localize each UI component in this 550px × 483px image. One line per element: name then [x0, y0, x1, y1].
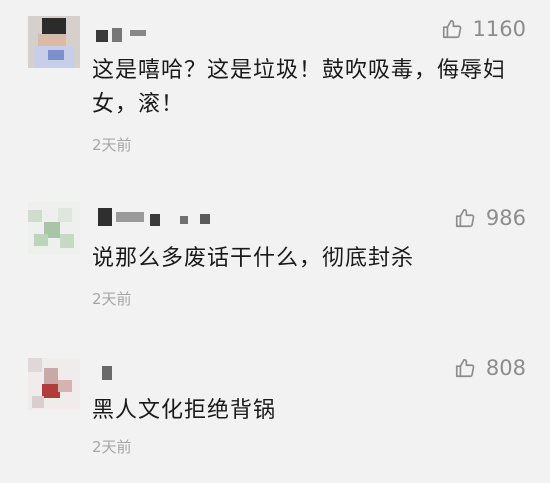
avatar[interactable]: [28, 358, 80, 410]
username[interactable]: [92, 22, 162, 44]
avatar[interactable]: [28, 16, 80, 68]
comment-text: 黑人文化拒绝背锅: [92, 398, 277, 423]
timestamp: 2天前: [92, 290, 132, 308]
avatar[interactable]: [28, 202, 80, 254]
timestamp: 2天前: [92, 438, 132, 456]
username[interactable]: [92, 206, 232, 228]
comment-text: 这是嘻哈？这是垃圾！鼓吹吸毒，侮辱妇女，滚！: [92, 58, 507, 117]
thumbs-up-icon: [441, 18, 463, 40]
like-count: 986: [485, 206, 526, 230]
comment-item: 1160 这是嘻哈？这是垃圾！鼓吹吸毒，侮辱妇女，滚！ 2天前: [0, 0, 550, 170]
like-button[interactable]: 1160: [441, 15, 526, 43]
like-count: 808: [485, 356, 526, 380]
like-button[interactable]: 808: [454, 354, 526, 382]
like-button[interactable]: 986: [454, 204, 526, 232]
comment-item: 808 黑人文化拒绝背锅 2天前: [0, 320, 550, 483]
comment-item: 986 说那么多废话干什么，彻底封杀 2天前: [0, 170, 550, 320]
like-count: 1160: [472, 17, 526, 41]
username[interactable]: [92, 360, 132, 382]
thumbs-up-icon: [454, 207, 476, 229]
comment-text: 说那么多废话干什么，彻底封杀: [92, 246, 415, 271]
thumbs-up-icon: [454, 357, 476, 379]
timestamp: 2天前: [92, 136, 132, 154]
